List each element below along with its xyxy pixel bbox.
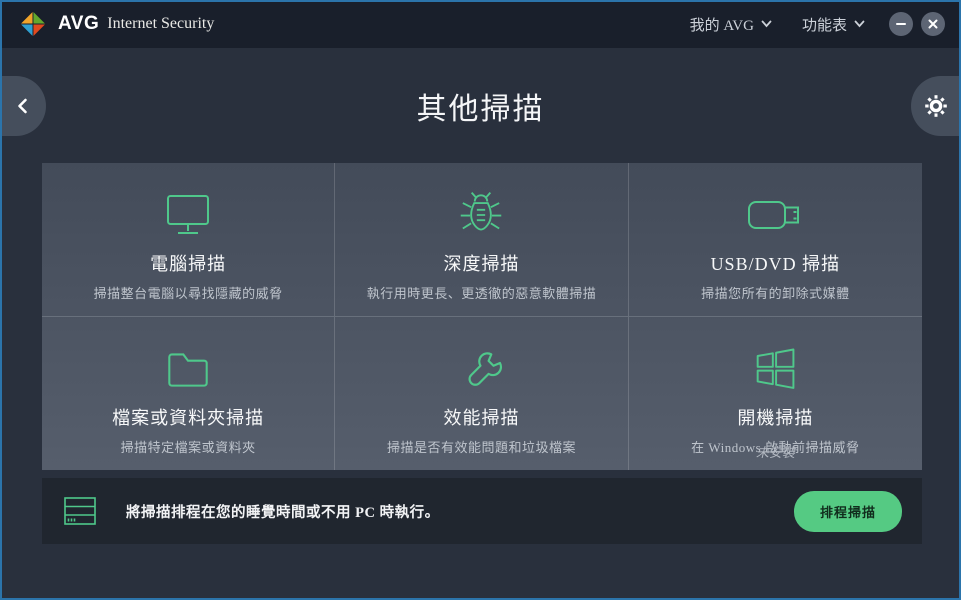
menu-options[interactable]: 功能表 [802,14,865,35]
schedule-bar: 將掃描排程在您的睡覺時間或不用 PC 時執行。 排程掃描 [42,478,922,544]
close-icon [926,17,940,31]
avg-logo [18,9,48,39]
tile-file-folder-scan[interactable]: 檔案或資料夾掃描 掃描特定檔案或資料夾 [42,317,335,470]
chevron-down-icon [854,20,865,28]
schedule-scan-button[interactable]: 排程掃描 [794,491,902,532]
minus-icon [894,17,908,31]
tile-title: 深度掃描 [443,250,519,276]
brand-product-name: Internet Security [107,15,214,33]
tile-usb-dvd-scan[interactable]: USB/DVD 掃描 掃描您所有的卸除式媒體 [629,163,922,317]
brand-bold: AVG [58,13,99,35]
tile-title: 開機掃描 [737,404,813,430]
tile-subtitle: 掃描您所有的卸除式媒體 [701,283,850,302]
tile-deep-scan[interactable]: 深度掃描 執行用時更長、更透徹的惡意軟體掃描 [335,163,628,317]
gear-icon [924,94,948,118]
scan-options-grid: 電腦掃描 掃描整台電腦以尋找隱藏的威脅 深度掃描 執行用時更長、更透徹的惡意軟體… [42,163,922,470]
tile-title: 效能掃描 [443,404,519,430]
tile-boot-scan[interactable]: 開機掃描 在 Windows 啟動前掃描威脅 未安裝 [629,317,922,470]
tile-performance-scan[interactable]: 效能掃描 掃描是否有效能問題和垃圾檔案 [335,317,628,470]
schedule-list-icon [60,491,100,531]
chevron-down-icon [761,20,772,28]
titlebar: AVG Internet Security 我的 AVG 功能表 [0,0,961,48]
window-controls [889,12,945,36]
usb-drive-icon [744,183,806,247]
tile-subtitle: 執行用時更長、更透徹的惡意軟體掃描 [367,283,597,302]
tile-title: 電腦掃描 [150,250,226,276]
bug-icon [456,183,506,247]
folder-icon [161,337,215,401]
chevron-left-icon [13,95,33,117]
schedule-message: 將掃描排程在您的睡覺時間或不用 PC 時執行。 [126,501,440,522]
not-installed-badge: 未安裝 [629,442,922,461]
tile-title: USB/DVD 掃描 [711,250,841,276]
minimize-button[interactable] [889,12,913,36]
close-button[interactable] [921,12,945,36]
page-title: 其他掃描 [0,84,961,128]
tile-computer-scan[interactable]: 電腦掃描 掃描整台電腦以尋找隱藏的威脅 [42,163,335,317]
tile-subtitle: 掃描整台電腦以尋找隱藏的威脅 [94,283,283,302]
wrench-icon [455,337,507,401]
tile-subtitle: 掃描是否有效能問題和垃圾檔案 [387,437,576,456]
tile-title: 檔案或資料夾掃描 [112,404,264,430]
tile-subtitle: 掃描特定檔案或資料夾 [121,437,256,456]
windows-icon [749,337,801,401]
menu-options-label: 功能表 [802,14,847,35]
monitor-icon [159,183,217,247]
menu-my-avg[interactable]: 我的 AVG [690,14,772,35]
menu-my-avg-label: 我的 AVG [690,14,754,35]
titlebar-menus: 我的 AVG 功能表 [690,14,865,35]
